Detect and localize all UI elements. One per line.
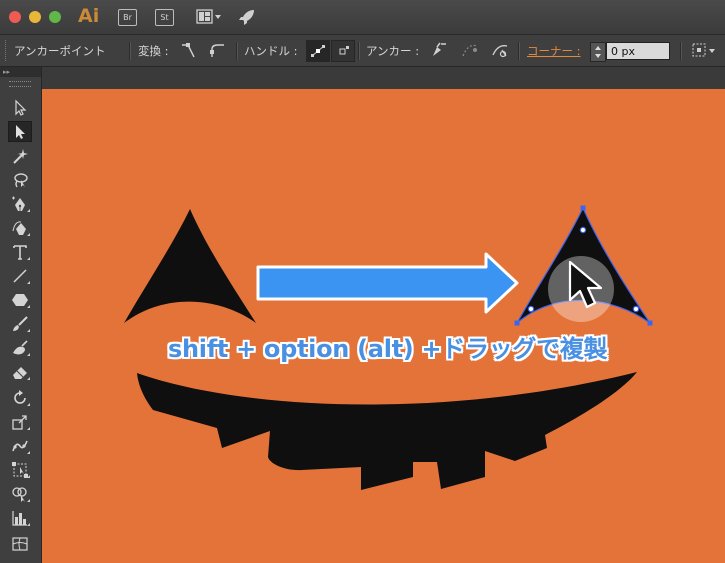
lasso-icon	[14, 172, 28, 187]
anchor-point[interactable]	[580, 205, 586, 211]
document-tab-strip	[0, 67, 725, 89]
mouth-shape[interactable]	[137, 372, 637, 490]
hide-handles-button[interactable]	[331, 40, 355, 62]
handle-point[interactable]	[632, 305, 640, 313]
jack-o-lantern-artwork	[124, 205, 653, 490]
tools-panel-collapse[interactable]: ▸▸	[0, 67, 41, 77]
control-bar-grip[interactable]	[5, 40, 9, 61]
direct-selection-tool[interactable]	[8, 121, 32, 142]
rocket-icon	[239, 10, 254, 25]
corner-stepper[interactable]	[590, 42, 606, 62]
stepper-arrows-icon	[595, 46, 601, 58]
curvature-tool[interactable]	[8, 217, 32, 238]
arrange-documents-icon	[196, 9, 221, 24]
convert-corner-icon	[182, 43, 195, 58]
instruction-caption: shift + option (alt) +ドラッグで複製	[168, 335, 608, 363]
title-bar: Ai Br St	[0, 0, 725, 35]
polygon-tool[interactable]	[8, 289, 32, 310]
type-tool[interactable]	[8, 241, 32, 262]
zoom-window-button[interactable]	[49, 11, 61, 23]
magic-wand-tool[interactable]	[8, 145, 32, 166]
mode-label: アンカーポイント	[14, 44, 106, 58]
anchor-point[interactable]	[647, 320, 653, 326]
arrange-documents-button[interactable]	[196, 9, 221, 25]
connect-anchors-icon	[462, 44, 478, 57]
pen-tool[interactable]	[8, 193, 32, 214]
divider	[358, 42, 360, 60]
illustrator-logo: Ai	[78, 5, 100, 27]
show-handles-button[interactable]	[306, 40, 330, 62]
show-handles-icon	[311, 45, 325, 57]
gpu-performance-button[interactable]	[238, 8, 256, 26]
handle-point[interactable]	[527, 305, 535, 313]
tools-panel-grip[interactable]	[9, 81, 31, 87]
convert-smooth-icon	[210, 44, 224, 57]
line-segment-tool[interactable]	[8, 265, 32, 286]
anchor-point[interactable]	[514, 320, 520, 326]
pen-minus-icon	[433, 42, 446, 56]
cut-path-button[interactable]	[490, 41, 510, 60]
corner-label[interactable]: コーナー :	[527, 43, 581, 59]
rotate-tool[interactable]	[8, 387, 32, 408]
anchor-label: アンカー :	[366, 44, 420, 58]
handle-point[interactable]	[579, 226, 587, 234]
hide-handles-icon	[339, 46, 349, 55]
scale-tool[interactable]	[8, 411, 32, 432]
puppet-warp-tool[interactable]	[8, 435, 32, 456]
direct-selection-arrow-icon	[16, 124, 25, 139]
convert-to-corner-button[interactable]	[178, 41, 198, 60]
free-transform-tool[interactable]	[8, 459, 32, 480]
column-graph-tool[interactable]	[8, 507, 32, 528]
handle-label: ハンドル :	[244, 44, 298, 58]
selection-arrow-icon	[15, 99, 27, 116]
lasso-tool[interactable]	[8, 169, 32, 190]
control-bar: アンカーポイント 変換 : ハンドル : アンカー : コーナー: 0 px	[0, 35, 725, 67]
tools-panel: ▸▸	[0, 67, 42, 563]
divider	[518, 42, 520, 60]
divider	[680, 42, 682, 60]
transform-options-button[interactable]	[690, 41, 715, 60]
convert-to-smooth-button[interactable]	[208, 41, 228, 60]
close-window-button[interactable]	[9, 11, 21, 23]
selection-tool[interactable]	[8, 97, 32, 118]
corner-radius-input[interactable]: 0 px	[606, 42, 670, 60]
convert-label: 変換 :	[138, 44, 169, 58]
divider	[236, 42, 238, 60]
mesh-tool[interactable]	[8, 533, 32, 554]
transform-options-icon	[692, 43, 715, 57]
left-eye-shape[interactable]	[124, 209, 256, 323]
connect-anchors-button[interactable]	[460, 41, 480, 60]
magic-wand-icon	[13, 148, 28, 164]
mesh-icon	[12, 536, 28, 551]
cut-path-icon	[492, 45, 508, 58]
stock-button[interactable]: St	[155, 9, 174, 26]
divider	[129, 42, 131, 60]
artboard-canvas[interactable]: shift + option (alt) +ドラッグで複製	[42, 89, 725, 563]
paintbrush-tool[interactable]	[8, 313, 32, 334]
blob-brush-tool[interactable]	[8, 337, 32, 358]
drag-direction-arrow	[256, 252, 519, 314]
shape-builder-tool[interactable]	[8, 483, 32, 504]
minimize-window-button[interactable]	[29, 11, 41, 23]
eraser-tool[interactable]	[8, 361, 32, 382]
remove-anchor-button[interactable]	[428, 41, 448, 60]
bridge-button[interactable]: Br	[118, 9, 137, 26]
